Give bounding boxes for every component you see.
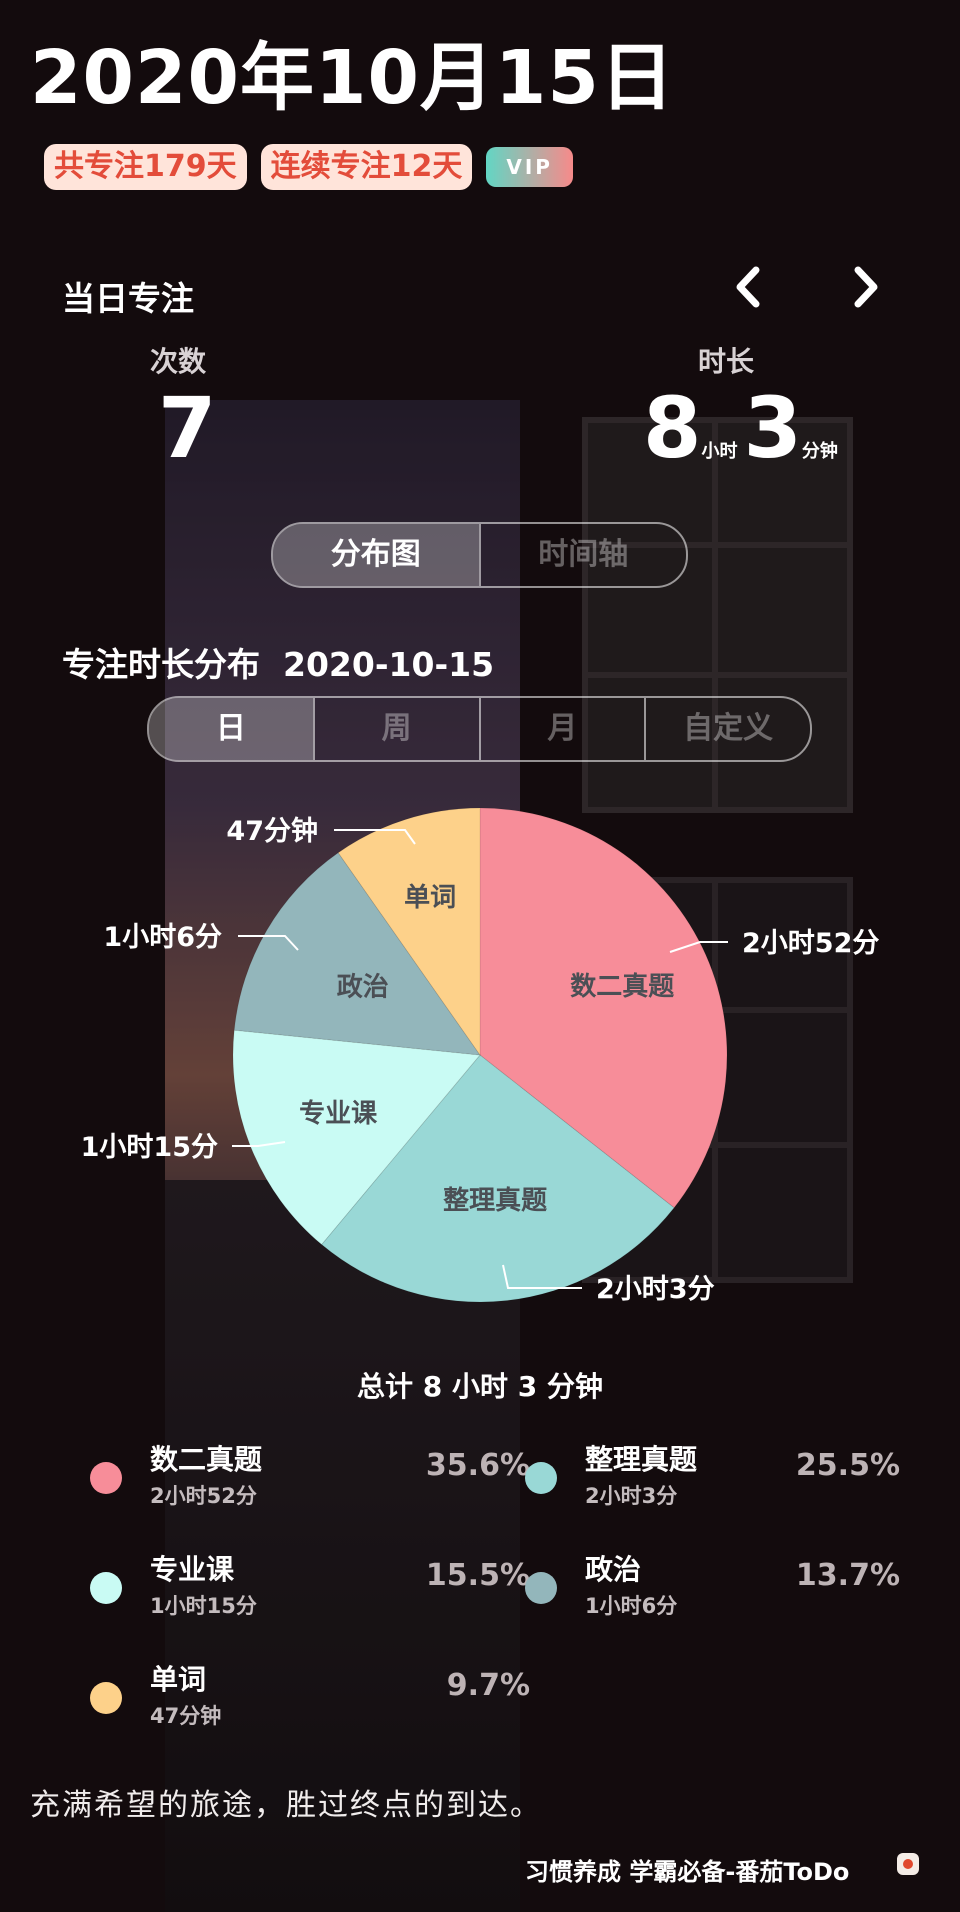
- minutes-unit: 分钟: [801, 441, 838, 462]
- legend-item: 专业课 1小时15分 15.5%: [90, 1548, 530, 1628]
- date-title: 2020年10月15日: [30, 35, 675, 121]
- pie-slice-label: 整理真题: [443, 1185, 547, 1216]
- duration-label: 时长: [698, 345, 755, 378]
- tab-custom[interactable]: 自定义: [644, 698, 810, 760]
- count-label: 次数: [150, 345, 207, 378]
- legend-name: 单词: [150, 1663, 207, 1696]
- total-summary: 总计 8 小时 3 分钟: [357, 1370, 603, 1403]
- quote-text: 充满希望的旅途，胜过终点的到达。: [30, 1788, 542, 1823]
- legend-item: 数二真题 2小时52分 35.6%: [90, 1438, 530, 1518]
- pie-slice-label: 政治: [337, 971, 389, 1002]
- duration-hours: 8: [643, 379, 702, 477]
- legend-percent: 35.6%: [425, 1448, 530, 1483]
- legend-percent: 15.5%: [425, 1558, 530, 1593]
- tab-day[interactable]: 日: [149, 698, 313, 760]
- pie-slice-label: 单词: [404, 883, 456, 913]
- legend-name: 数二真题: [150, 1443, 263, 1476]
- range-tabs: 日 周 月 自定义: [147, 696, 812, 762]
- legend-dot: [525, 1462, 557, 1494]
- callout-duration-label: 1小时15分: [81, 1132, 218, 1163]
- pie-slice-label: 专业课: [299, 1099, 378, 1129]
- total-focus-badge: 共专注179天: [44, 144, 247, 190]
- streak-badge: 连续专注12天: [260, 144, 473, 190]
- callout-duration-label: 47分钟: [226, 816, 318, 847]
- legend-dot: [90, 1462, 122, 1494]
- callout-duration-label: 1小时6分: [103, 922, 222, 953]
- legend-duration: 1小时6分: [585, 1594, 678, 1618]
- daily-focus-title: 当日专注: [62, 279, 194, 318]
- distribution-title: 专注时长分布 2020-10-15: [62, 638, 494, 686]
- badge-row: 共专注179天 连续专注12天 VIP: [44, 144, 573, 190]
- tab-distribution[interactable]: 分布图: [273, 524, 479, 586]
- next-day-button[interactable]: [846, 262, 886, 324]
- chevron-right-icon: [854, 266, 878, 308]
- legend-duration: 47分钟: [150, 1704, 222, 1728]
- distribution-title-text: 专注时长分布: [62, 645, 260, 684]
- legend-percent: 9.7%: [446, 1668, 530, 1703]
- duration-value: 8 小时 3 分钟: [643, 378, 838, 478]
- chevron-left-icon: [736, 266, 760, 308]
- legend-dot: [90, 1572, 122, 1604]
- prev-day-button[interactable]: [728, 262, 768, 324]
- footer-slogan: 习惯养成 学霸必备-番茄ToDo: [525, 1858, 850, 1886]
- legend-duration: 2小时52分: [150, 1484, 257, 1508]
- callout-duration-label: 2小时3分: [596, 1274, 715, 1305]
- legend-dot: [90, 1682, 122, 1714]
- legend-percent: 25.5%: [795, 1448, 900, 1483]
- view-toggle: 分布图 时间轴: [271, 522, 688, 588]
- legend-name: 整理真题: [585, 1443, 698, 1476]
- tab-month[interactable]: 月: [478, 698, 645, 760]
- vip-badge[interactable]: VIP: [486, 147, 573, 187]
- tab-timeline[interactable]: 时间轴: [478, 524, 687, 586]
- legend-duration: 2小时3分: [585, 1484, 678, 1508]
- pie-chart: 数二真题整理真题 专业课 政治 单词 2小时52分 2小时3分 1小时15分 1小时6分 47分…: [81, 807, 879, 1305]
- legend-item: 整理真题 2小时3分 25.5%: [525, 1438, 900, 1518]
- hours-unit: 小时: [701, 441, 738, 462]
- count-value: 7: [158, 379, 217, 477]
- legend-percent: 13.7%: [795, 1558, 900, 1593]
- legend-duration: 1小时15分: [150, 1594, 257, 1618]
- legend-name: 专业课: [150, 1553, 235, 1586]
- distribution-date: 2020-10-15: [282, 645, 495, 684]
- legend-item: 单词 47分钟 9.7%: [90, 1658, 530, 1738]
- tab-week[interactable]: 周: [312, 698, 479, 760]
- pie-slice-label: 数二真题: [570, 972, 674, 1002]
- tomato-app-icon: [897, 1853, 919, 1875]
- callout-duration-label: 2小时52分: [742, 928, 879, 959]
- legend-dot: [525, 1572, 557, 1604]
- legend-item: 政治 1小时6分 13.7%: [525, 1548, 900, 1628]
- legend-name: 政治: [585, 1553, 642, 1586]
- duration-minutes: 3: [743, 379, 802, 477]
